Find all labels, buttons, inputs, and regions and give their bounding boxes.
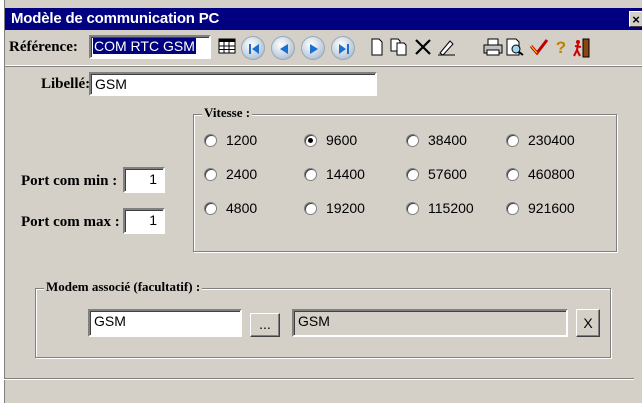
radio-circle[interactable] [304, 167, 317, 181]
vitesse-option-14400[interactable]: 14400 [304, 165, 365, 183]
reference-value: COM RTC GSM [93, 38, 196, 54]
radio-circle[interactable] [204, 201, 217, 215]
reference-field[interactable]: COM RTC GSM [89, 35, 211, 59]
radio-circle[interactable] [204, 167, 217, 181]
last-record-icon [339, 44, 349, 54]
vitesse-option-57600[interactable]: 57600 [406, 165, 467, 183]
vitesse-option-label: 2400 [226, 166, 258, 182]
vitesse-option-label: 14400 [326, 166, 365, 182]
radio-circle[interactable] [304, 201, 317, 215]
radio-circle[interactable] [204, 133, 217, 147]
toolbar: Référence: COM RTC GSM ? [5, 30, 642, 66]
next-record-icon [310, 44, 318, 54]
previous-record-button[interactable] [271, 36, 295, 60]
radio-circle[interactable] [406, 133, 419, 147]
copy-document-icon[interactable] [389, 38, 409, 58]
vitesse-groupbox: Vitesse : 1200 9600 38400 230400 2400 14400 57… [193, 105, 617, 252]
port-min-input[interactable]: 1 [123, 167, 165, 193]
vitesse-option-921600[interactable]: 921600 [506, 199, 575, 217]
vitesse-option-2400[interactable]: 2400 [204, 165, 257, 183]
new-document-icon[interactable] [367, 38, 387, 58]
vitesse-legend: Vitesse : [202, 105, 253, 121]
exit-icon[interactable] [571, 38, 591, 58]
first-record-icon [249, 44, 259, 54]
communication-model-window: Modèle de communication PC × Référence: … [4, 0, 642, 403]
vitesse-option-label: 19200 [326, 200, 365, 216]
vitesse-option-label: 57600 [428, 166, 467, 182]
vitesse-option-230400[interactable]: 230400 [506, 131, 575, 149]
reference-label: Référence: [9, 39, 78, 55]
modem-clear-button[interactable]: X [576, 309, 600, 337]
first-record-button[interactable] [241, 36, 265, 60]
vitesse-option-label: 115200 [428, 200, 474, 216]
validate-icon[interactable] [529, 38, 549, 58]
radio-circle[interactable] [506, 167, 519, 181]
vitesse-option-label: 230400 [528, 132, 575, 148]
port-min-label: Port com min : [21, 173, 118, 189]
modem-name-field: GSM [292, 309, 568, 337]
radio-circle[interactable] [304, 133, 317, 147]
vitesse-option-4800[interactable]: 4800 [204, 199, 257, 217]
modem-legend: Modem associé (facultatif) : [44, 279, 203, 295]
vitesse-option-label: 4800 [226, 200, 258, 216]
close-button[interactable]: × [629, 11, 642, 27]
vitesse-option-115200[interactable]: 115200 [406, 199, 474, 217]
modem-code-input[interactable]: GSM [88, 309, 242, 337]
radio-circle[interactable] [406, 167, 419, 181]
vitesse-option-label: 460800 [528, 166, 575, 182]
delete-icon[interactable] [413, 38, 433, 58]
print-preview-icon[interactable] [505, 38, 525, 58]
previous-record-icon [280, 44, 288, 54]
vitesse-option-label: 9600 [326, 132, 358, 148]
vitesse-option-9600[interactable]: 9600 [304, 131, 357, 149]
help-icon[interactable]: ? [551, 38, 571, 58]
vitesse-option-label: 921600 [528, 200, 575, 216]
title-bar: Modèle de communication PC × [5, 8, 642, 30]
next-record-button[interactable] [301, 36, 325, 60]
vitesse-option-label: 38400 [428, 132, 467, 148]
modem-browse-button[interactable]: ... [250, 313, 280, 337]
radio-circle[interactable] [406, 201, 419, 215]
edit-icon[interactable] [437, 38, 457, 58]
last-record-button[interactable] [331, 36, 355, 60]
status-bar [4, 378, 634, 403]
radio-circle[interactable] [506, 201, 519, 215]
vitesse-option-label: 1200 [226, 132, 258, 148]
libelle-label: Libellé: [41, 76, 91, 92]
vitesse-option-1200[interactable]: 1200 [204, 131, 257, 149]
vitesse-option-460800[interactable]: 460800 [506, 165, 575, 183]
print-icon[interactable] [483, 38, 503, 58]
port-max-input[interactable]: 1 [123, 208, 165, 234]
libelle-input[interactable]: GSM [89, 72, 377, 96]
modem-groupbox: Modem associé (facultatif) : GSM ... GSM… [35, 279, 611, 358]
window-title: Modèle de communication PC [11, 10, 220, 27]
vitesse-option-19200[interactable]: 19200 [304, 199, 365, 217]
radio-circle[interactable] [506, 133, 519, 147]
port-max-label: Port com max : [21, 214, 120, 230]
table-icon[interactable] [217, 38, 237, 58]
vitesse-option-38400[interactable]: 38400 [406, 131, 467, 149]
